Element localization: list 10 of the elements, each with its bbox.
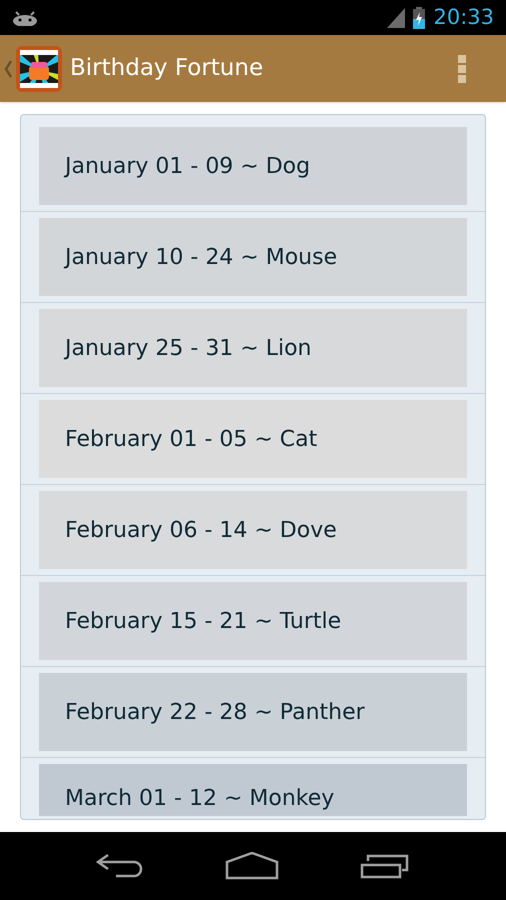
app-title: Birthday Fortune xyxy=(70,54,264,84)
clock-time: 20:33 xyxy=(433,4,494,31)
list-item[interactable]: January 10 - 24 ~ Mouse xyxy=(39,218,467,296)
list-item[interactable]: February 15 - 21 ~ Turtle xyxy=(39,582,467,660)
list-item[interactable]: February 01 - 05 ~ Cat xyxy=(39,400,467,478)
list-item[interactable]: March 01 - 12 ~ Monkey xyxy=(39,764,467,816)
list-item[interactable]: February 06 - 14 ~ Dove xyxy=(39,491,467,569)
list-item[interactable]: February 22 - 28 ~ Panther xyxy=(39,673,467,751)
list-item[interactable]: January 25 - 31 ~ Lion xyxy=(39,309,467,387)
list-item[interactable]: January 01 - 09 ~ Dog xyxy=(39,127,467,205)
